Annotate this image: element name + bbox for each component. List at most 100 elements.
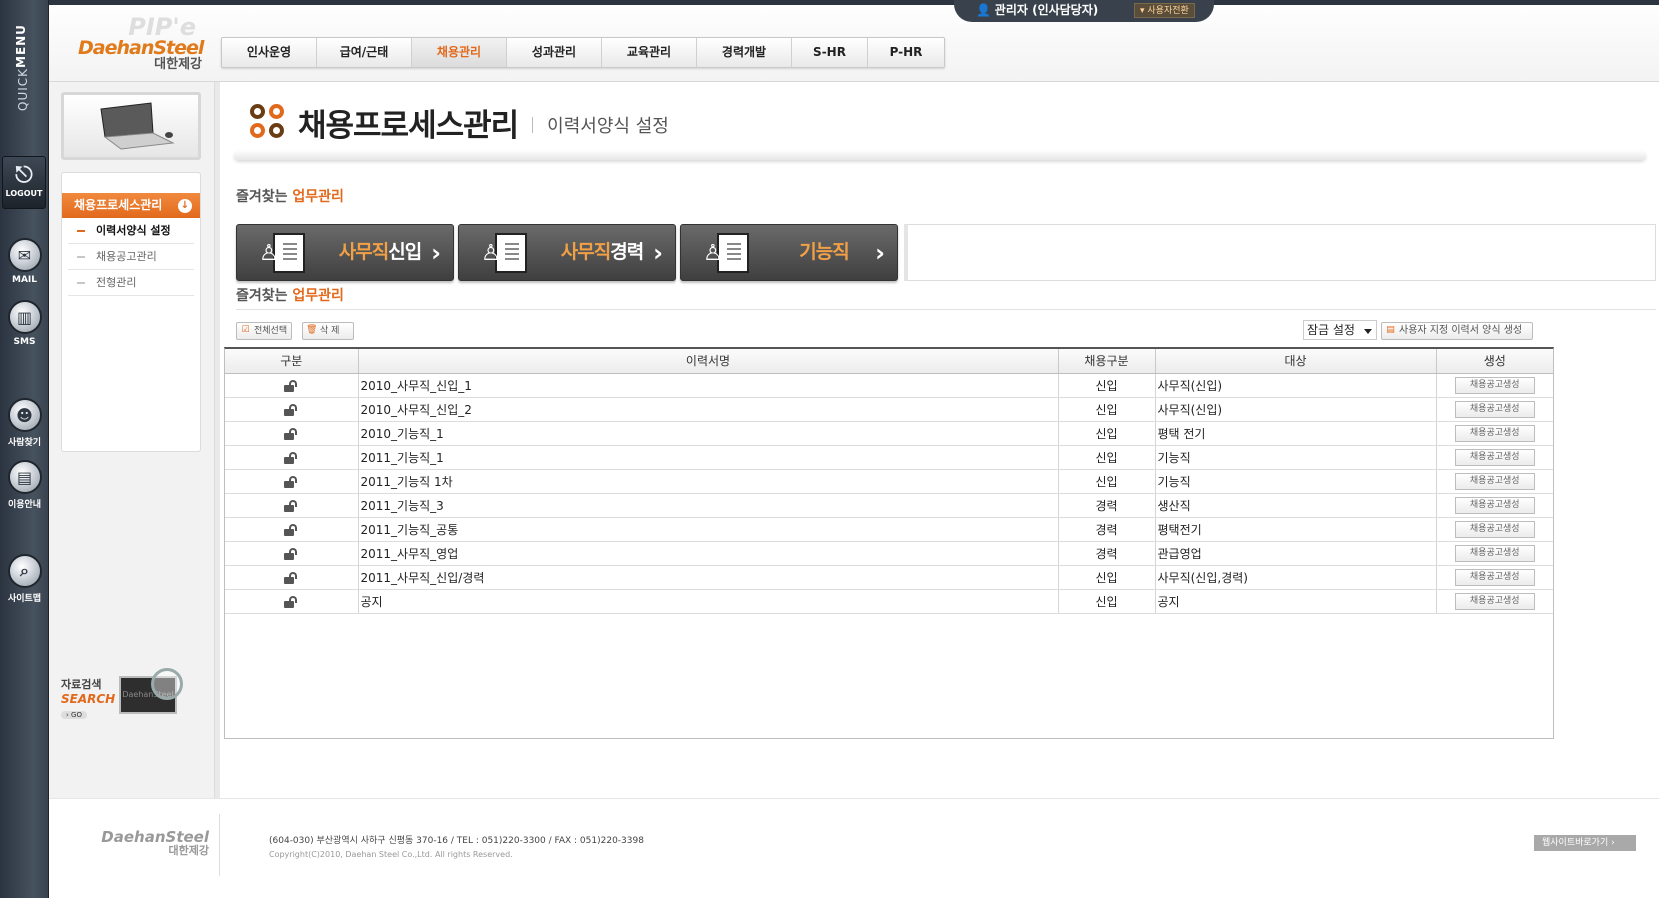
unlock-icon[interactable]	[284, 571, 298, 584]
chevron-right-icon: ›	[653, 239, 663, 267]
lock-cell	[225, 589, 359, 614]
resume-name-cell[interactable]: 2010_기능직_1	[358, 421, 1059, 446]
resume-name-cell[interactable]: 2011_기능직_3	[358, 493, 1059, 518]
create-job-posting-button[interactable]: 채용공고생성	[1454, 401, 1535, 418]
quick-mail-button[interactable]: ✉ MAIL	[0, 238, 49, 285]
table-row[interactable]: 공지 신입 공지 채용공고생성	[225, 589, 1553, 614]
fav-office-new-button[interactable]: ♙ 사무직신입 ›	[236, 224, 454, 281]
people-search-icon: ☻	[7, 398, 42, 432]
laptop-icon	[100, 102, 175, 150]
side-menu-title[interactable]: 채용프로세스관리 ↓	[62, 193, 200, 218]
resume-name-cell[interactable]: 2011_기능직 1차	[358, 469, 1059, 494]
unlock-icon[interactable]	[284, 523, 298, 536]
fav-technical-button[interactable]: ♙ 기능직 ›	[680, 224, 898, 281]
main-nav: 인사운영 급여/근태 채용관리 성과관리 교육관리 경력개발 S-HR P-HR	[221, 37, 945, 68]
hire-type-cell: 경력	[1058, 541, 1156, 566]
create-job-posting-button[interactable]: 채용공고생성	[1454, 473, 1535, 490]
unlock-icon[interactable]	[284, 451, 298, 464]
custom-resume-create-button[interactable]: ▤ 사용자 지정 이력서 양식 생성	[1381, 322, 1534, 340]
table-row[interactable]: 2011_기능직 1차 신입 기능직 채용공고생성	[225, 469, 1553, 494]
resume-name-cell[interactable]: 공지	[358, 589, 1059, 614]
resume-name-cell[interactable]: 2010_사무직_신입_2	[358, 397, 1059, 422]
nav-recruitment[interactable]: 채용관리	[412, 38, 507, 67]
nav-education[interactable]: 교육관리	[602, 38, 697, 67]
nav-s-hr[interactable]: S-HR	[792, 38, 868, 67]
create-cell: 채용공고생성	[1436, 589, 1553, 614]
target-cell: 관급영업	[1155, 541, 1437, 566]
nav-payroll[interactable]: 급여/근태	[317, 38, 412, 67]
company-logo[interactable]: PIP'e DaehanSteel 대한제강	[78, 15, 204, 74]
unlock-icon[interactable]	[284, 475, 298, 488]
chevron-right-icon: ›	[431, 239, 441, 267]
user-name: 관리자 (인사담당자)	[994, 3, 1099, 17]
create-job-posting-button[interactable]: 채용공고생성	[1454, 497, 1535, 514]
resume-name-cell[interactable]: 2011_사무직_신입/경력	[358, 565, 1059, 590]
nav-hr-operation[interactable]: 인사운영	[222, 38, 317, 67]
table-header-row: 구분 이력서명 채용구분 대상 생성	[225, 349, 1553, 374]
quick-sitemap-button[interactable]: ⌕ 사이트맵	[0, 554, 49, 604]
hire-type-cell: 신입	[1058, 469, 1156, 494]
select-all-button[interactable]: ☑ 전체선택	[236, 322, 293, 340]
main-content: 채용프로세스관리 이력서양식 설정 즐겨찾는 업무관리 ♙ 사무직신입 › ♙ …	[220, 82, 1659, 798]
resume-name-cell[interactable]: 2011_사무직_영업	[358, 541, 1059, 566]
unlock-icon[interactable]	[284, 427, 298, 440]
create-job-posting-button[interactable]: 채용공고생성	[1454, 449, 1535, 466]
footer-address: (604-030) 부산광역시 사하구 신평동 370-16 / TEL : 0…	[269, 836, 644, 859]
table-row[interactable]: 2011_사무직_신입/경력 신입 사무직(신입,경력) 채용공고생성	[225, 565, 1553, 590]
table-row[interactable]: 2011_사무직_영업 경력 관급영업 채용공고생성	[225, 541, 1553, 566]
table-row[interactable]: 2010_사무직_신입_1 신입 사무직(신입) 채용공고생성	[225, 373, 1553, 398]
resume-name-cell[interactable]: 2011_기능직_1	[358, 445, 1059, 470]
sidebar: 채용프로세스관리 ↓ 이력서양식 설정 채용공고관리 전형관리 자료검색 SEA…	[49, 82, 215, 798]
side-item-screening[interactable]: 전형관리	[68, 270, 194, 296]
create-job-posting-button[interactable]: 채용공고생성	[1454, 521, 1535, 538]
nav-p-hr[interactable]: P-HR	[868, 38, 944, 67]
create-cell: 채용공고생성	[1436, 493, 1553, 518]
quick-sms-button[interactable]: ▥ SMS	[0, 300, 49, 347]
create-job-posting-button[interactable]: 채용공고생성	[1454, 377, 1535, 394]
resume-name-cell[interactable]: 2010_사무직_신입_1	[358, 373, 1059, 398]
logout-button[interactable]: ⎋ LOGOUT	[2, 156, 46, 209]
delete-button[interactable]: 🗑 삭 제	[302, 322, 355, 340]
lock-cell	[225, 493, 359, 518]
side-item-resume-form[interactable]: 이력서양식 설정	[68, 218, 194, 244]
title-underline	[234, 150, 1646, 160]
create-job-posting-button[interactable]: 채용공고생성	[1454, 593, 1535, 610]
lock-cell	[225, 373, 359, 398]
unlock-icon[interactable]	[284, 403, 298, 416]
side-item-job-posting[interactable]: 채용공고관리	[68, 244, 194, 270]
nav-performance[interactable]: 성과관리	[507, 38, 602, 67]
unlock-icon[interactable]	[284, 595, 298, 608]
table-row[interactable]: 2011_기능직_1 신입 기능직 채용공고생성	[225, 445, 1553, 470]
table-row[interactable]: 2010_기능직_1 신입 평택 전기 채용공고생성	[225, 421, 1553, 446]
unlock-icon[interactable]	[284, 547, 298, 560]
unlock-icon[interactable]	[284, 379, 298, 392]
create-job-posting-button[interactable]: 채용공고생성	[1454, 569, 1535, 586]
hire-type-cell: 신입	[1058, 565, 1156, 590]
table-row[interactable]: 2011_기능직_3 경력 생산직 채용공고생성	[225, 493, 1553, 518]
hire-type-cell: 신입	[1058, 397, 1156, 422]
top-dark-strip	[49, 0, 1659, 5]
fav-office-career-button[interactable]: ♙ 사무직경력 ›	[458, 224, 676, 281]
data-search-widget[interactable]: 자료검색 SEARCH › GO DaehanSteel	[61, 668, 201, 730]
quick-guide-button[interactable]: ▤ 이용안내	[0, 460, 49, 510]
magnifier-icon	[151, 668, 183, 700]
user-switch-button[interactable]: ▾ 사용자전환	[1134, 3, 1195, 18]
lock-setting-select[interactable]: 잠금 설정	[1303, 320, 1377, 340]
unlock-icon[interactable]	[284, 499, 298, 512]
create-cell: 채용공고생성	[1436, 565, 1553, 590]
create-job-posting-button[interactable]: 채용공고생성	[1454, 425, 1535, 442]
create-cell: 채용공고생성	[1436, 397, 1553, 422]
hire-type-cell: 신입	[1058, 445, 1156, 470]
website-link-button[interactable]: 웹사이트바로가기 ›	[1534, 835, 1636, 851]
nav-career[interactable]: 경력개발	[697, 38, 792, 67]
create-cell: 채용공고생성	[1436, 469, 1553, 494]
search-go-button[interactable]: › GO	[61, 711, 87, 719]
resume-name-cell[interactable]: 2011_기능직_공통	[358, 517, 1059, 542]
sitemap-search-icon: ⌕	[7, 554, 42, 588]
sms-icon: ▥	[7, 300, 42, 334]
quick-people-search-button[interactable]: ☻ 사람찾기	[0, 398, 49, 448]
favorites-heading: 즐겨찾는 업무관리	[236, 189, 344, 205]
table-row[interactable]: 2011_기능직_공통 경력 평택전기 채용공고생성	[225, 517, 1553, 542]
create-job-posting-button[interactable]: 채용공고생성	[1454, 545, 1535, 562]
table-row[interactable]: 2010_사무직_신입_2 신입 사무직(신입) 채용공고생성	[225, 397, 1553, 422]
